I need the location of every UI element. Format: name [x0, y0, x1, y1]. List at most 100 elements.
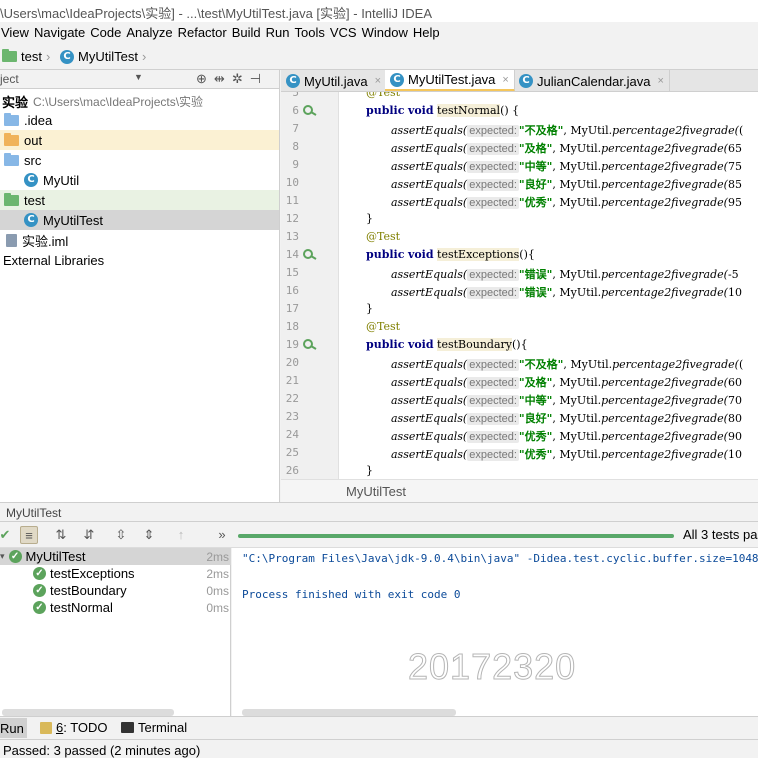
show-passed-icon[interactable]: ✔	[0, 526, 14, 544]
horizontal-scrollbar[interactable]	[2, 709, 174, 716]
test-class-icon: C	[24, 213, 38, 227]
class-icon: C	[24, 173, 38, 187]
class-icon: C	[286, 74, 300, 88]
run-toolbar: ✔ ≡ ⇅ ⇵ ⇳ ⇕ ↑ » All 3 tests pas	[0, 522, 758, 548]
method-signature: public void testBoundary(){	[366, 338, 528, 351]
horizontal-scrollbar[interactable]	[242, 709, 456, 716]
line-number: 18	[285, 320, 299, 333]
code-line: assertEquals(expected: "良好", MyUtil.perce…	[391, 176, 742, 192]
line-number: 6	[292, 104, 299, 117]
menu-run[interactable]: Run	[265, 22, 293, 40]
code-arg: 10	[727, 448, 742, 461]
expand-all-icon[interactable]: ⇳	[112, 526, 130, 544]
run-test-icon[interactable]	[303, 104, 317, 116]
gear-icon[interactable]: ✲	[232, 71, 243, 87]
tab-label: MyUtil.java	[304, 73, 368, 89]
tree-item-myutiltest[interactable]: C MyUtilTest	[0, 210, 279, 230]
previous-failed-icon[interactable]: ↑	[172, 526, 190, 544]
tool-tab-todo[interactable]: 6: TODO	[40, 720, 108, 735]
sort-alpha-icon[interactable]: ⇅	[52, 526, 70, 544]
line-number: 5	[292, 92, 299, 99]
tree-item-src[interactable]: src	[0, 150, 279, 170]
annotation: @Test	[366, 92, 401, 99]
tree-item-out[interactable]: out	[0, 130, 279, 150]
code-fn: assertEquals(	[391, 124, 468, 137]
tab-myutiltest[interactable]: C MyUtilTest.java ×	[385, 70, 515, 91]
code-line: assertEquals(expected: "错误", MyUtil.perce…	[391, 284, 742, 300]
code-arg: (	[738, 124, 744, 137]
breadcrumb-file[interactable]: C MyUtilTest ›	[60, 49, 146, 64]
test-suite-row[interactable]: ▾ ✓ MyUtilTest 2ms	[0, 548, 231, 565]
breadcrumb-folder[interactable]: test ›	[2, 49, 50, 64]
test-progress-bar	[238, 534, 674, 538]
show-ignored-icon[interactable]: ≡	[20, 526, 38, 544]
tree-item-idea[interactable]: .idea	[0, 110, 279, 130]
tree-item-label: MyUtilTest	[43, 212, 103, 228]
tab-juliancalendar[interactable]: C JulianCalendar.java ×	[514, 70, 670, 91]
test-row[interactable]: ✓ testExceptions 2ms	[0, 565, 231, 582]
line-number: 9	[292, 158, 299, 171]
tool-tab-run[interactable]: Run	[0, 718, 27, 738]
sort-duration-icon[interactable]: ⇵	[80, 526, 98, 544]
line-number: 25	[285, 446, 299, 459]
close-icon[interactable]: ×	[375, 75, 381, 87]
test-name: MyUtilTest	[25, 549, 86, 564]
menu-build[interactable]: Build	[231, 22, 264, 40]
dropdown-arrow-icon[interactable]: ▼	[134, 72, 143, 82]
code-fn: percentage2fivegrade(	[601, 448, 728, 461]
code-fn: percentage2fivegrade(	[612, 124, 739, 137]
code-area[interactable]: @Test public void testNormal() { assertE…	[339, 92, 758, 479]
tree-item-iml[interactable]: 实验.iml	[0, 230, 279, 250]
tree-item-label: 实验.iml	[22, 233, 69, 249]
method-signature: public void testExceptions(){	[366, 248, 535, 261]
editor-breadcrumb[interactable]: MyUtilTest	[281, 479, 758, 502]
code-fn: percentage2fivegrade(	[601, 178, 728, 191]
test-row[interactable]: ✓ testBoundary 0ms	[0, 582, 231, 599]
close-icon[interactable]: ×	[502, 74, 508, 86]
menu-tools[interactable]: Tools	[294, 22, 328, 40]
close-icon[interactable]: ×	[657, 75, 663, 87]
code-line: assertEquals(expected: "不及格", MyUtil.perc…	[391, 122, 743, 138]
code-string: "不及格"	[518, 124, 564, 137]
collapse-all-icon[interactable]: ⇕	[140, 526, 158, 544]
tab-myutil[interactable]: C MyUtil.java ×	[281, 70, 388, 91]
tree-root[interactable]: 实验 C:\Users\mac\IdeaProjects\实验	[0, 91, 279, 111]
expand-arrow-icon[interactable]: ▾	[0, 551, 5, 562]
tree-item-test[interactable]: test	[0, 190, 279, 210]
more-icon[interactable]: »	[213, 526, 231, 544]
console-output[interactable]: "C:\Program Files\Java\jdk-9.0.4\bin\jav…	[232, 548, 758, 716]
code-arg: 10	[727, 286, 742, 299]
collapse-all-icon[interactable]: ⇹	[214, 71, 225, 87]
class-icon: C	[519, 74, 533, 88]
menu-view[interactable]: View	[0, 22, 32, 40]
param-hint: expected:	[467, 125, 519, 137]
project-view-selector[interactable]: ject	[0, 72, 19, 86]
code-text: , MyUtil.	[552, 394, 602, 407]
tree-item-external-libraries[interactable]: External Libraries	[0, 250, 279, 270]
menu-vcs[interactable]: VCS	[329, 22, 360, 40]
menu-help[interactable]: Help	[412, 22, 443, 40]
code-fn: assertEquals(	[391, 286, 468, 299]
menu-navigate[interactable]: Navigate	[33, 22, 88, 40]
method-name: testBoundary	[437, 338, 512, 351]
tool-tab-terminal[interactable]: Terminal	[121, 720, 187, 735]
pass-icon: ✓	[33, 584, 46, 597]
code-arg: 65	[727, 142, 742, 155]
test-row[interactable]: ✓ testNormal 0ms	[0, 599, 231, 616]
hide-panel-icon[interactable]: ⊣	[250, 71, 261, 87]
scroll-from-source-icon[interactable]: ⊕	[196, 71, 207, 87]
code-fn: percentage2fivegrade(	[601, 430, 728, 443]
code-punct: () {	[500, 104, 520, 117]
menu-window[interactable]: Window	[361, 22, 411, 40]
method-name: testExceptions	[437, 248, 520, 261]
menu-analyze[interactable]: Analyze	[125, 22, 175, 40]
run-test-icon[interactable]	[303, 338, 317, 350]
tree-item-myutil[interactable]: C MyUtil	[0, 170, 279, 190]
status-bar: Passed: 3 passed (2 minutes ago)	[0, 739, 758, 758]
folder-icon	[4, 112, 19, 126]
line-number: 10	[285, 176, 299, 189]
line-number: 22	[285, 392, 299, 405]
menu-refactor[interactable]: Refactor	[177, 22, 230, 40]
run-test-icon[interactable]	[303, 248, 317, 260]
menu-code[interactable]: Code	[89, 22, 124, 40]
